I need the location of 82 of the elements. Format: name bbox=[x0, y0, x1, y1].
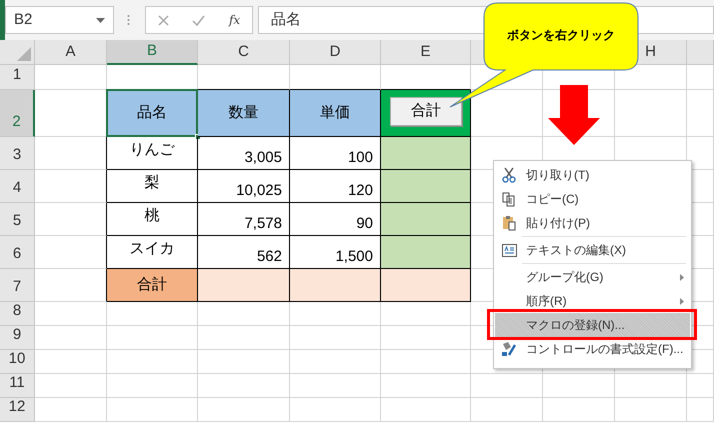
menu-label: 順序(R) bbox=[526, 293, 567, 310]
sheet-cell bbox=[35, 137, 107, 170]
menu-item[interactable]: コピー(C) bbox=[495, 187, 690, 211]
cell-reference: B2 bbox=[14, 10, 32, 30]
paste-icon bbox=[502, 215, 516, 231]
table-cell: 合計 bbox=[107, 269, 198, 302]
sheet-cell bbox=[35, 398, 107, 422]
column-header[interactable]: E bbox=[381, 40, 471, 65]
row-header[interactable]: 3 bbox=[0, 137, 35, 170]
down-arrow-icon bbox=[548, 85, 600, 145]
menu-label: コピー(C) bbox=[526, 191, 579, 208]
row-header[interactable]: 8 bbox=[0, 302, 35, 326]
formula-text: 品名 bbox=[271, 10, 301, 30]
name-box[interactable]: B2 bbox=[5, 6, 114, 34]
sheet-cell bbox=[687, 65, 714, 90]
macro-button[interactable]: 合計 bbox=[390, 97, 462, 126]
submenu-arrow-icon bbox=[680, 298, 684, 304]
row-header[interactable]: 1 bbox=[0, 65, 35, 90]
row-header[interactable]: 11 bbox=[0, 374, 35, 398]
menu-item[interactable]: 順序(R) bbox=[495, 289, 690, 313]
table-cell: 7,578 bbox=[198, 203, 290, 236]
table-cell: 梨 bbox=[107, 170, 198, 203]
menu-label: 貼り付け(P) bbox=[526, 215, 590, 232]
row-header[interactable]: 6 bbox=[0, 236, 35, 269]
more-icon bbox=[127, 14, 130, 26]
column-header[interactable]: D bbox=[290, 40, 381, 65]
scissors-icon bbox=[502, 167, 516, 183]
callout-text: ボタンを右クリック bbox=[506, 27, 616, 44]
menu-item[interactable]: 貼り付け(P) bbox=[495, 211, 690, 235]
select-all-icon[interactable] bbox=[17, 47, 31, 61]
sheet-cell bbox=[615, 374, 687, 398]
row-header[interactable]: 9 bbox=[0, 326, 35, 350]
cancel-icon[interactable] bbox=[158, 14, 169, 26]
sheet-cell bbox=[35, 302, 107, 326]
menu-item[interactable]: 切り取り(T) bbox=[495, 163, 690, 187]
row-header[interactable]: 7 bbox=[0, 269, 35, 302]
column-header[interactable]: B bbox=[107, 40, 198, 65]
sheet-cell bbox=[35, 170, 107, 203]
menu-item[interactable]: グループ化(G) bbox=[495, 262, 690, 289]
menu-label: 切り取り(T) bbox=[526, 167, 590, 184]
text-edit-icon bbox=[502, 244, 516, 256]
sheet-cell bbox=[35, 350, 107, 374]
table-cell: 単価 bbox=[290, 90, 381, 137]
check-icon[interactable] bbox=[192, 14, 206, 26]
sheet-cell bbox=[35, 65, 107, 90]
menu-label: グループ化(G) bbox=[526, 269, 604, 286]
sheet-cell bbox=[615, 398, 687, 422]
sheet-cell bbox=[35, 203, 107, 236]
submenu-arrow-icon bbox=[680, 274, 684, 280]
sheet-cell bbox=[543, 398, 615, 422]
sheet-cell bbox=[471, 374, 543, 398]
row-header[interactable]: 5 bbox=[0, 203, 35, 236]
row-header[interactable]: 4 bbox=[0, 170, 35, 203]
row-header[interactable]: 12 bbox=[0, 398, 35, 422]
insert-function-button[interactable]: fx bbox=[228, 11, 240, 29]
sheet-cell bbox=[687, 374, 714, 398]
table-cell: 品名 bbox=[107, 90, 198, 137]
menu-label: マクロの登録(N)... bbox=[526, 317, 625, 334]
menu-item[interactable]: コントロールの書式設定(F)... bbox=[495, 337, 690, 361]
sheet-cell bbox=[543, 374, 615, 398]
column-header[interactable] bbox=[687, 40, 714, 65]
copy-icon bbox=[502, 192, 516, 206]
sheet-cell bbox=[471, 398, 543, 422]
table-cell: りんご bbox=[107, 137, 198, 170]
table-cell: 3,005 bbox=[198, 137, 290, 170]
brush-icon bbox=[501, 341, 517, 357]
sheet-cell bbox=[35, 326, 107, 350]
menu-item[interactable]: テキストの編集(X) bbox=[495, 235, 690, 262]
table-cell: 数量 bbox=[198, 90, 290, 137]
sheet-cell bbox=[35, 236, 107, 269]
row-header[interactable]: 2 bbox=[0, 90, 35, 137]
sheet-cell bbox=[35, 374, 107, 398]
sheet-cell bbox=[687, 90, 714, 137]
column-header[interactable]: C bbox=[198, 40, 290, 65]
menu-label: コントロールの書式設定(F)... bbox=[526, 341, 684, 358]
table-cell: 桃 bbox=[107, 203, 198, 236]
table-cell: 10,025 bbox=[198, 170, 290, 203]
sheet-cell bbox=[687, 398, 714, 422]
menu-item[interactable]: マクロの登録(N)... bbox=[495, 313, 690, 337]
menu-label: テキストの編集(X) bbox=[526, 242, 626, 259]
row-header[interactable]: 10 bbox=[0, 350, 35, 374]
dropdown-icon[interactable] bbox=[96, 18, 105, 22]
